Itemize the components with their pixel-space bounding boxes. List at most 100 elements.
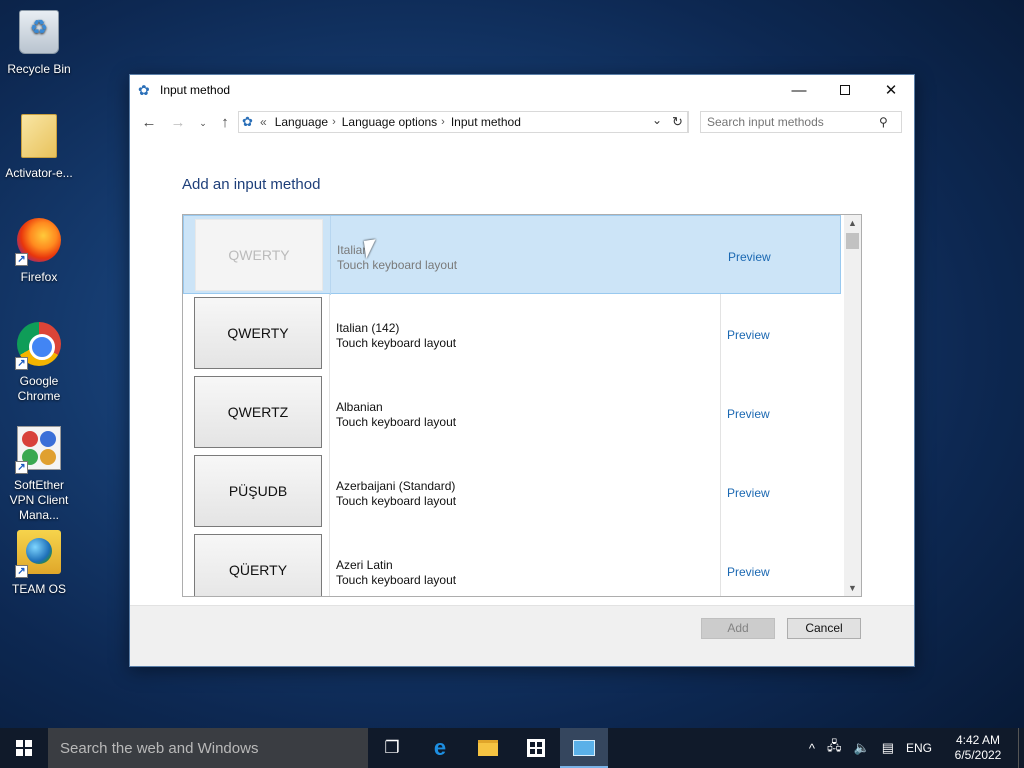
clock-time: 4:42 AM	[955, 733, 1001, 747]
arrow-right-icon: →	[170, 114, 186, 131]
window-title: Input method	[160, 83, 231, 97]
input-method-type: Touch keyboard layout	[337, 258, 458, 272]
search-icon[interactable]: ⚲	[879, 115, 888, 129]
arrow-left-icon: ←	[141, 114, 157, 131]
close-icon: ✕	[884, 82, 898, 99]
preview-link[interactable]: Preview	[728, 250, 771, 264]
language-icon: ✿	[138, 82, 150, 98]
address-history-chevron-icon[interactable]: ⌄	[652, 113, 662, 127]
vertical-scrollbar[interactable]: ▲ ▼	[844, 215, 861, 596]
taskbar-edge[interactable]: e	[416, 728, 464, 768]
input-method-name: Albanian	[336, 400, 383, 414]
list-item[interactable]: QWERTY Italian (142) Touch keyboard layo…	[183, 294, 841, 373]
store-icon	[527, 739, 545, 757]
maximize-icon	[840, 85, 850, 95]
desktop-icon-softether[interactable]: ↗ SoftEther VPN Client Mana...	[0, 424, 78, 523]
clock-date: 6/5/2022	[954, 748, 1002, 762]
title-bar[interactable]: ✿ Input method — ✕	[130, 75, 914, 105]
cancel-button[interactable]: Cancel	[787, 618, 861, 639]
taskbar-store[interactable]	[512, 728, 560, 768]
show-desktop-button[interactable]	[1018, 728, 1024, 768]
shortcut-arrow-icon: ↗	[15, 253, 28, 266]
add-button[interactable]: Add	[701, 618, 775, 639]
taskbar: Search the web and Windows ❐ e ^ 🖧 🔈 ▤ E…	[0, 728, 1024, 768]
keyboard-layout-tile: QWERTZ	[194, 376, 322, 448]
desktop-icon-label: Google Chrome	[17, 374, 61, 403]
language-icon: ✿	[242, 114, 253, 129]
address-bar[interactable]: ✿ « Language › Language options › Input …	[238, 111, 689, 133]
preview-link[interactable]: Preview	[727, 407, 770, 421]
refresh-icon: ↻	[672, 114, 683, 129]
keyboard-layout-tile: QÜERTY	[194, 534, 322, 596]
preview-link[interactable]: Preview	[727, 565, 770, 579]
breadcrumb-language-options[interactable]: Language options	[342, 115, 437, 129]
back-button[interactable]: ←	[139, 112, 159, 134]
search-input[interactable]	[701, 115, 873, 129]
preview-link[interactable]: Preview	[727, 486, 770, 500]
breadcrumb-language[interactable]: Language	[275, 115, 328, 129]
divider	[329, 294, 330, 373]
taskbar-file-explorer[interactable]	[464, 728, 512, 768]
shortcut-arrow-icon: ↗	[15, 357, 28, 370]
keyboard-layout-tile: QWERTY	[195, 219, 323, 291]
minimize-icon: —	[791, 81, 807, 99]
input-method-type: Touch keyboard layout	[336, 415, 457, 429]
input-method-type: Touch keyboard layout	[336, 336, 457, 350]
divider	[330, 216, 331, 295]
maximize-button[interactable]	[822, 75, 868, 105]
refresh-button[interactable]: ↻	[668, 111, 688, 133]
breadcrumb-separator-icon[interactable]: ›	[332, 116, 336, 128]
edge-icon: e	[433, 735, 447, 760]
clock[interactable]: 4:42 AM 6/5/2022	[942, 733, 1014, 763]
taskbar-search-box[interactable]: Search the web and Windows	[48, 728, 368, 768]
input-method-type: Touch keyboard layout	[336, 494, 457, 508]
desktop-icon-label: Recycle Bin	[7, 62, 71, 76]
divider	[329, 373, 330, 452]
chevron-up-icon[interactable]: ^	[809, 741, 815, 756]
control-panel-icon	[573, 740, 595, 756]
recent-locations-button[interactable]: ⌄	[193, 112, 213, 134]
taskbar-search-placeholder: Search the web and Windows	[60, 739, 259, 757]
address-overflow[interactable]: «	[260, 115, 267, 129]
list-item[interactable]: QÜERTY Azeri Latin Touch keyboard layout…	[183, 531, 841, 596]
desktop-icon-firefox[interactable]: ↗ Firefox	[0, 216, 78, 285]
search-box[interactable]: ⚲	[700, 111, 902, 133]
taskbar-control-panel[interactable]	[560, 728, 608, 768]
list-item[interactable]: QWERTZ Albanian Touch keyboard layout Pr…	[183, 373, 841, 452]
action-center-icon[interactable]: ▤	[882, 740, 894, 756]
input-method-list[interactable]: QWERTY Italian Touch keyboard layout Pre…	[182, 214, 862, 597]
recycle-bin-icon	[19, 10, 59, 54]
desktop-icon-team-os[interactable]: ↗ TEAM OS	[0, 528, 78, 597]
desktop-icon-recycle-bin[interactable]: Recycle Bin	[0, 8, 78, 77]
arrow-up-icon: ↑	[221, 114, 229, 131]
scrollbar-thumb[interactable]	[846, 233, 859, 249]
windows-logo-icon	[16, 740, 32, 756]
divider	[720, 531, 721, 596]
list-item[interactable]: PÜŞUDB Azerbaijani (Standard) Touch keyb…	[183, 452, 841, 531]
preview-link[interactable]: Preview	[727, 328, 770, 342]
scroll-up-icon[interactable]: ▲	[844, 215, 861, 231]
mouse-cursor-icon	[363, 239, 379, 259]
keyboard-layout-tile: PÜŞUDB	[194, 455, 322, 527]
forward-button[interactable]: →	[168, 112, 188, 134]
network-icon[interactable]: 🖧	[827, 737, 842, 759]
up-button[interactable]: ↑	[215, 112, 235, 134]
desktop-icon-activator[interactable]: Activator-e...	[0, 112, 78, 181]
breadcrumb-separator-icon[interactable]: ›	[441, 116, 445, 128]
task-view-button[interactable]: ❐	[368, 728, 416, 768]
close-button[interactable]: ✕	[868, 75, 914, 105]
desktop-icon-chrome[interactable]: ↗ Google Chrome	[0, 320, 78, 404]
desktop-icon-label: Firefox	[20, 270, 58, 284]
breadcrumb-input-method[interactable]: Input method	[451, 115, 521, 129]
start-button[interactable]	[0, 728, 48, 768]
divider	[720, 452, 721, 531]
navigation-bar: ← → ⌄ ↑ ✿ « Language › Language options …	[130, 105, 914, 141]
shortcut-arrow-icon: ↗	[15, 565, 28, 578]
language-indicator[interactable]: ENG	[906, 741, 932, 755]
desktop-icon-label: Activator-e...	[5, 166, 73, 180]
shortcut-arrow-icon: ↗	[15, 461, 28, 474]
list-item[interactable]: QWERTY Italian Touch keyboard layout Pre…	[183, 215, 841, 295]
minimize-button[interactable]: —	[776, 75, 822, 105]
scroll-down-icon[interactable]: ▼	[844, 580, 861, 596]
volume-icon[interactable]: 🔈	[854, 740, 870, 756]
